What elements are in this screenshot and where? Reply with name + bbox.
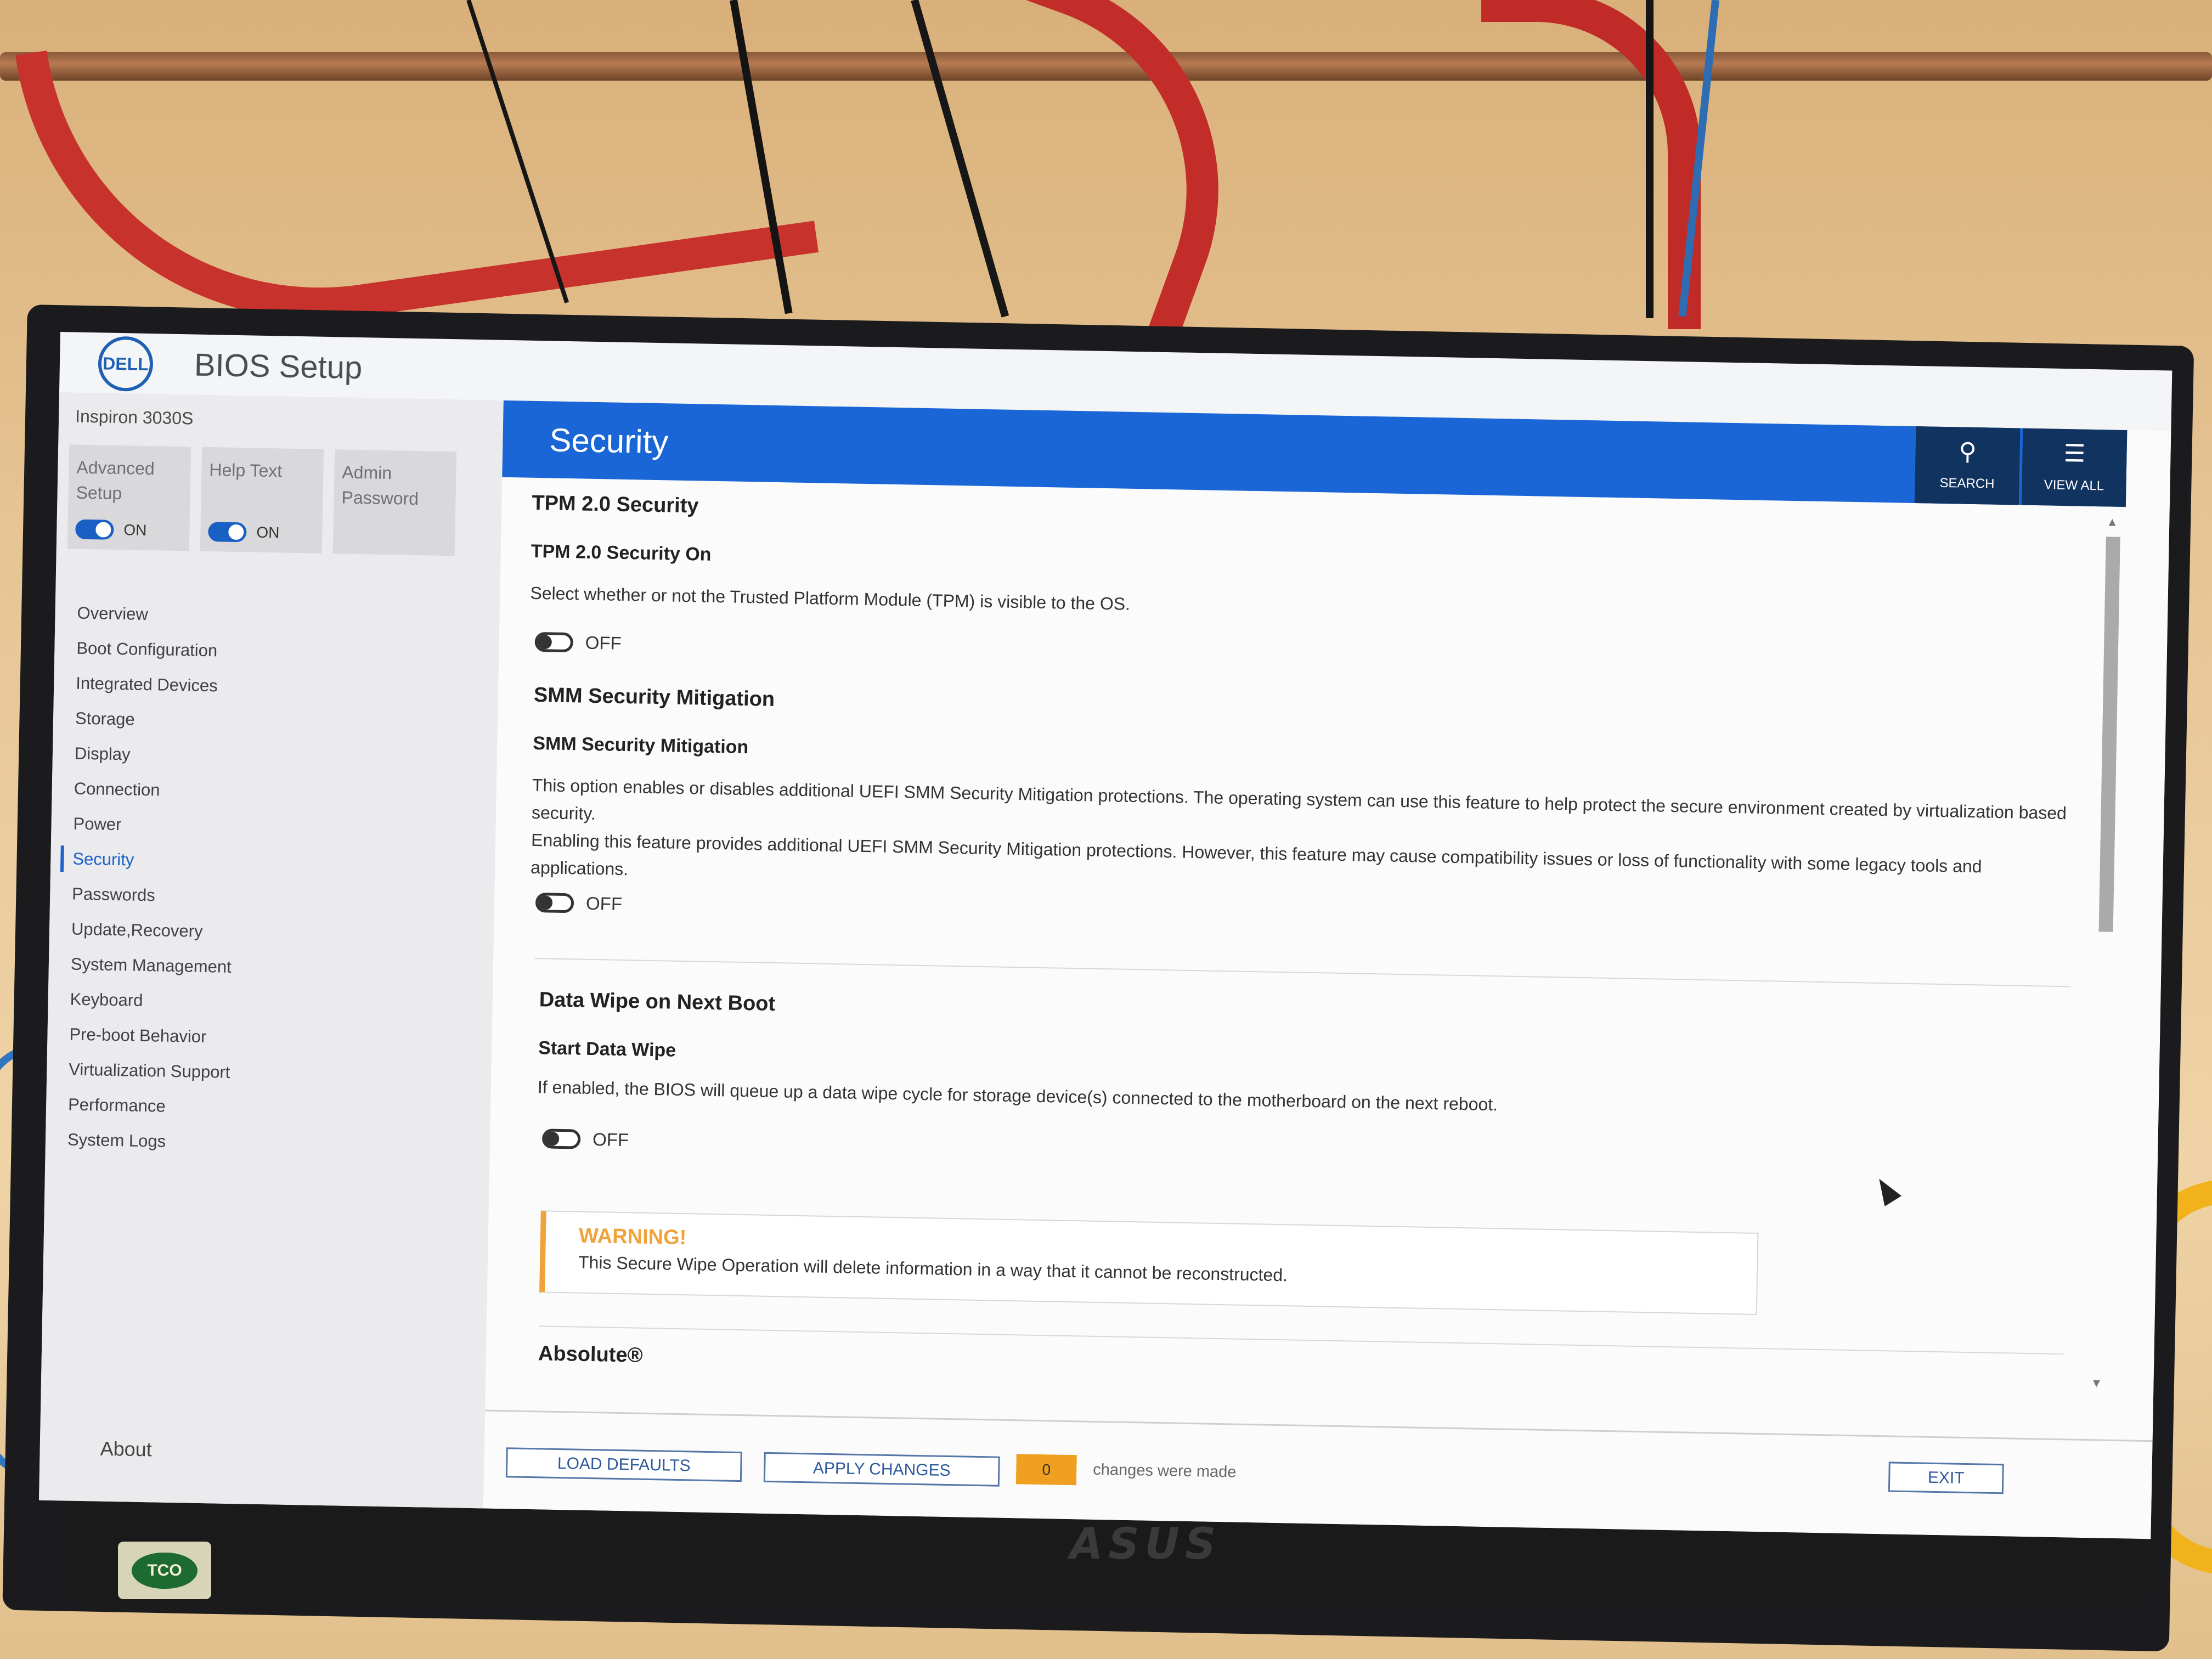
asus-logo: ASUS xyxy=(1070,1520,1222,1569)
red-hose xyxy=(1481,0,1701,329)
wipe-option: OFF xyxy=(541,1128,629,1150)
nav-item[interactable]: Connection xyxy=(68,771,235,809)
toggle-state: OFF xyxy=(585,893,623,914)
nav-item[interactable]: Display xyxy=(69,736,236,774)
section-divider xyxy=(534,958,2070,988)
nav-item[interactable]: Passwords xyxy=(66,876,234,915)
page-title: Security xyxy=(549,421,669,460)
toggle-state: OFF xyxy=(585,632,622,653)
smm-option: OFF xyxy=(535,892,623,915)
nav-item-security[interactable]: Security xyxy=(67,841,234,879)
nav-item[interactable]: Boot Configuration xyxy=(71,630,238,669)
toggle-state: ON xyxy=(123,521,147,539)
settings-tree-icon: ☰ xyxy=(2063,439,2086,467)
tile-admin-password[interactable]: Admin Password xyxy=(332,449,457,556)
nav-item[interactable]: Virtualization Support xyxy=(63,1052,230,1090)
tile-label: Admin Password xyxy=(341,462,419,509)
change-count-badge: 0 xyxy=(1015,1454,1077,1486)
help-text-toggle[interactable] xyxy=(208,522,247,543)
sidebar: Inspiron 3030S Advanced Setup ON Help Te… xyxy=(38,392,504,1509)
tile-label: Advanced Setup xyxy=(76,457,155,504)
app-title: BIOS Setup xyxy=(194,347,363,386)
nav-item[interactable]: Update,Recovery xyxy=(65,911,233,950)
about-link[interactable]: About xyxy=(100,1437,152,1462)
nav-item[interactable]: Integrated Devices xyxy=(70,665,238,704)
search-label: SEARCH xyxy=(1939,475,1995,492)
tile-help-text[interactable]: Help Text ON xyxy=(200,447,324,554)
nav-menu: Overview Boot Configuration Integrated D… xyxy=(61,595,239,1160)
tco-badge: TCO xyxy=(118,1542,211,1599)
advanced-setup-toggle[interactable] xyxy=(75,519,114,540)
nav-item[interactable]: System Logs xyxy=(61,1122,229,1160)
tpm-toggle[interactable] xyxy=(534,631,574,653)
nav-item[interactable]: Performance xyxy=(63,1087,230,1125)
nav-item[interactable]: Keyboard xyxy=(64,981,232,1020)
tile-advanced-setup[interactable]: Advanced Setup ON xyxy=(67,444,191,551)
warning-box: WARNING! This Secure Wipe Operation will… xyxy=(539,1210,1759,1315)
setting-desc-tpm: Select whether or not the Trusted Platfo… xyxy=(530,583,1131,614)
section-heading-tpm: TPM 2.0 Security xyxy=(532,491,699,518)
model-name: Inspiron 3030S xyxy=(75,406,194,428)
scroll-up-icon[interactable]: ▲ xyxy=(2106,515,2118,529)
nav-item[interactable]: Power xyxy=(67,806,235,844)
dell-logo: DELL xyxy=(98,336,154,392)
setting-desc-wipe: If enabled, the BIOS will queue up a dat… xyxy=(537,1077,1498,1115)
toggle-state: OFF xyxy=(592,1129,629,1150)
smm-toggle[interactable] xyxy=(535,893,574,913)
scroll-thumb[interactable] xyxy=(2098,537,2120,932)
red-hose xyxy=(15,0,819,359)
nav-item[interactable]: System Management xyxy=(65,946,232,985)
tpm-option: OFF xyxy=(534,631,622,654)
scroll-down-icon[interactable]: ▼ xyxy=(2090,1376,2102,1390)
search-button[interactable]: ⚲ SEARCH xyxy=(1914,426,2021,505)
view-all-label: VIEW ALL xyxy=(2044,477,2104,494)
exit-button[interactable]: EXIT xyxy=(1888,1462,2004,1494)
nav-item[interactable]: Overview xyxy=(71,595,239,634)
changes-note: changes were made xyxy=(1093,1460,1237,1481)
setting-title-wipe: Start Data Wipe xyxy=(538,1037,676,1061)
nav-item[interactable]: Storage xyxy=(70,701,237,739)
main-panel: Security ⚲ SEARCH ☰ VIEW ALL TPM 2.0 Sec… xyxy=(483,400,2171,1539)
load-defaults-button[interactable]: LOAD DEFAULTS xyxy=(505,1447,742,1482)
toggle-state: ON xyxy=(256,523,280,541)
settings-content: TPM 2.0 Security TPM 2.0 Security On Sel… xyxy=(516,478,2101,1395)
apply-changes-button[interactable]: APPLY CHANGES xyxy=(763,1452,1000,1487)
tco-logo: TCO xyxy=(132,1552,198,1589)
section-heading-smm: SMM Security Mitigation xyxy=(533,683,775,711)
nav-item[interactable]: Pre-boot Behavior xyxy=(64,1017,231,1055)
section-divider xyxy=(538,1325,2064,1355)
wipe-toggle[interactable] xyxy=(541,1128,581,1149)
setting-title-smm: SMM Security Mitigation xyxy=(533,732,749,758)
black-cable xyxy=(1646,0,1654,318)
section-heading-absolute: Absolute® xyxy=(538,1342,643,1367)
section-heading-wipe: Data Wipe on Next Boot xyxy=(539,988,776,1016)
tile-label: Help Text xyxy=(209,460,283,481)
search-icon: ⚲ xyxy=(1959,438,1977,466)
view-all-button[interactable]: ☰ VIEW ALL xyxy=(2021,428,2128,507)
bios-screen: DELL BIOS Setup Inspiron 3030S Advanced … xyxy=(38,332,2172,1539)
setting-title-tpm: TPM 2.0 Security On xyxy=(531,540,712,565)
